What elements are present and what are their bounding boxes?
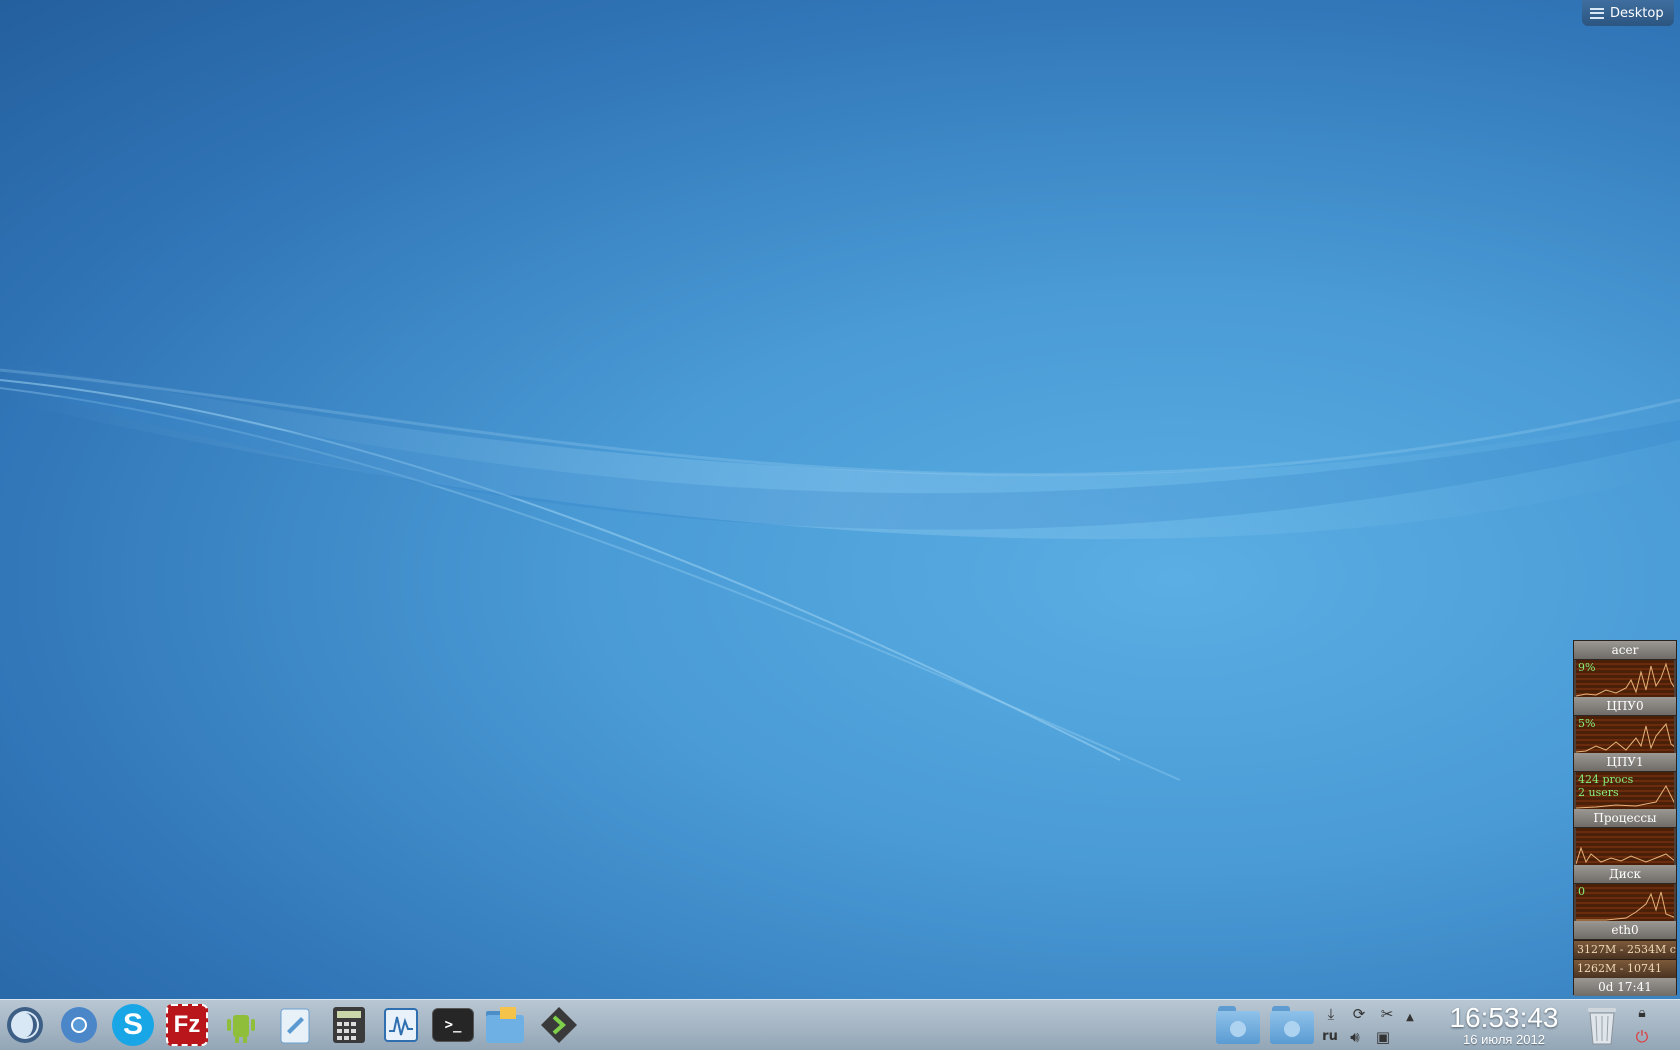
- android-sdk-icon[interactable]: [220, 1004, 262, 1046]
- uptime-label: 0d 17:41: [1574, 978, 1676, 996]
- keyboard-layout-indicator[interactable]: ru: [1320, 1027, 1340, 1047]
- cpu0-graph: 9%: [1576, 660, 1674, 697]
- klipper-clipboard-icon[interactable]: ✂: [1377, 1004, 1397, 1024]
- cpu0-value: 9%: [1578, 661, 1596, 674]
- device-notifier-icon[interactable]: ▣: [1373, 1027, 1393, 1047]
- calculator-icon[interactable]: [328, 1004, 370, 1046]
- desktop-toolbox-label: Desktop: [1610, 5, 1664, 21]
- tray-expand-icon[interactable]: ▲: [1400, 1008, 1420, 1028]
- cpu0-label: ЦПУ0: [1574, 697, 1676, 716]
- filezilla-icon[interactable]: Fz: [166, 1004, 208, 1046]
- network-graph: 0: [1576, 884, 1674, 921]
- toolbox-menu-icon: [1590, 7, 1604, 19]
- cpu1-value: 5%: [1578, 717, 1596, 730]
- chromium-icon[interactable]: [58, 1004, 100, 1046]
- desktop-wallpaper: [0, 360, 1680, 781]
- file-manager-icon[interactable]: [484, 1004, 526, 1046]
- processes-label: Процессы: [1574, 809, 1676, 828]
- disk-graph: [1576, 828, 1674, 865]
- clock-time[interactable]: 16:53:43: [1442, 1002, 1566, 1034]
- processes-count: 424 procs: [1578, 773, 1634, 786]
- cpu1-graph: 5%: [1576, 716, 1674, 753]
- media-player-icon[interactable]: [538, 1004, 580, 1046]
- lock-screen-icon[interactable]: 🔒︎: [1632, 1003, 1652, 1023]
- memory-usage: 3127M - 2534M c: [1574, 940, 1676, 959]
- disk-label: Диск: [1574, 865, 1676, 884]
- system-monitor-widget[interactable]: acer 9% ЦПУ0 5% ЦПУ1 424 procs 2 users П…: [1573, 640, 1677, 996]
- shutdown-icon[interactable]: ⏻: [1632, 1027, 1652, 1047]
- download-icon[interactable]: ⤓: [1321, 1004, 1341, 1024]
- network-value: 0: [1578, 885, 1585, 898]
- folder-home-icon[interactable]: [1270, 1006, 1314, 1044]
- processes-graph: 424 procs 2 users: [1576, 772, 1674, 809]
- update-icon[interactable]: ⟳: [1349, 1004, 1369, 1024]
- cpu1-label: ЦПУ1: [1574, 753, 1676, 772]
- swap-usage: 1262M - 10741: [1574, 959, 1676, 978]
- folder-documents-icon[interactable]: [1216, 1006, 1260, 1044]
- clock-date[interactable]: 16 июля 2012: [1442, 1032, 1566, 1047]
- users-count: 2 users: [1578, 786, 1619, 799]
- terminal-icon[interactable]: >_: [432, 1008, 474, 1042]
- skype-icon[interactable]: S: [112, 1004, 154, 1046]
- app-menu-icon[interactable]: [4, 1004, 46, 1046]
- text-editor-icon[interactable]: [274, 1004, 316, 1046]
- volume-icon[interactable]: 🔊︎: [1345, 1027, 1365, 1047]
- monitor-host-label: acer: [1574, 641, 1676, 660]
- trash-icon[interactable]: [1585, 1004, 1619, 1046]
- network-label: eth0: [1574, 921, 1676, 940]
- desktop-toolbox-button[interactable]: Desktop: [1582, 0, 1674, 26]
- system-monitor-icon[interactable]: [380, 1004, 422, 1046]
- taskbar: S Fz >_ ⤓ ⟳ ✂ ▲ ru 🔊︎ ▣ 16:53:43 16 июля…: [0, 999, 1680, 1050]
